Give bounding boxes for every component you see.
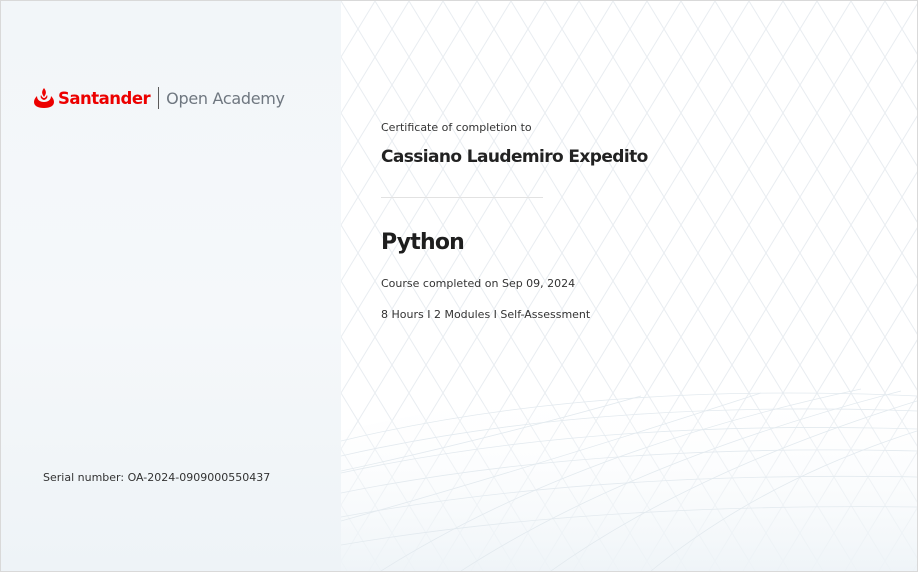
course-details: 8 Hours I 2 Modules I Self-Assessment	[381, 308, 591, 321]
serial-number: Serial number: OA-2024-0909000550437	[43, 471, 271, 484]
certificate-caption: Certificate of completion to	[381, 121, 532, 134]
course-title: Python	[381, 230, 465, 255]
logo-divider	[158, 87, 160, 109]
divider	[381, 197, 543, 198]
certificate: Santander Open Academy Serial number: OA…	[0, 0, 918, 572]
recipient-name: Cassiano Laudemiro Expedito	[381, 147, 648, 167]
santander-logo: Santander Open Academy	[33, 85, 285, 111]
product-name: Open Academy	[166, 88, 285, 108]
brand-name: Santander	[58, 88, 151, 108]
santander-flame-icon	[34, 88, 54, 108]
completion-date: Course completed on Sep 09, 2024	[381, 277, 576, 290]
